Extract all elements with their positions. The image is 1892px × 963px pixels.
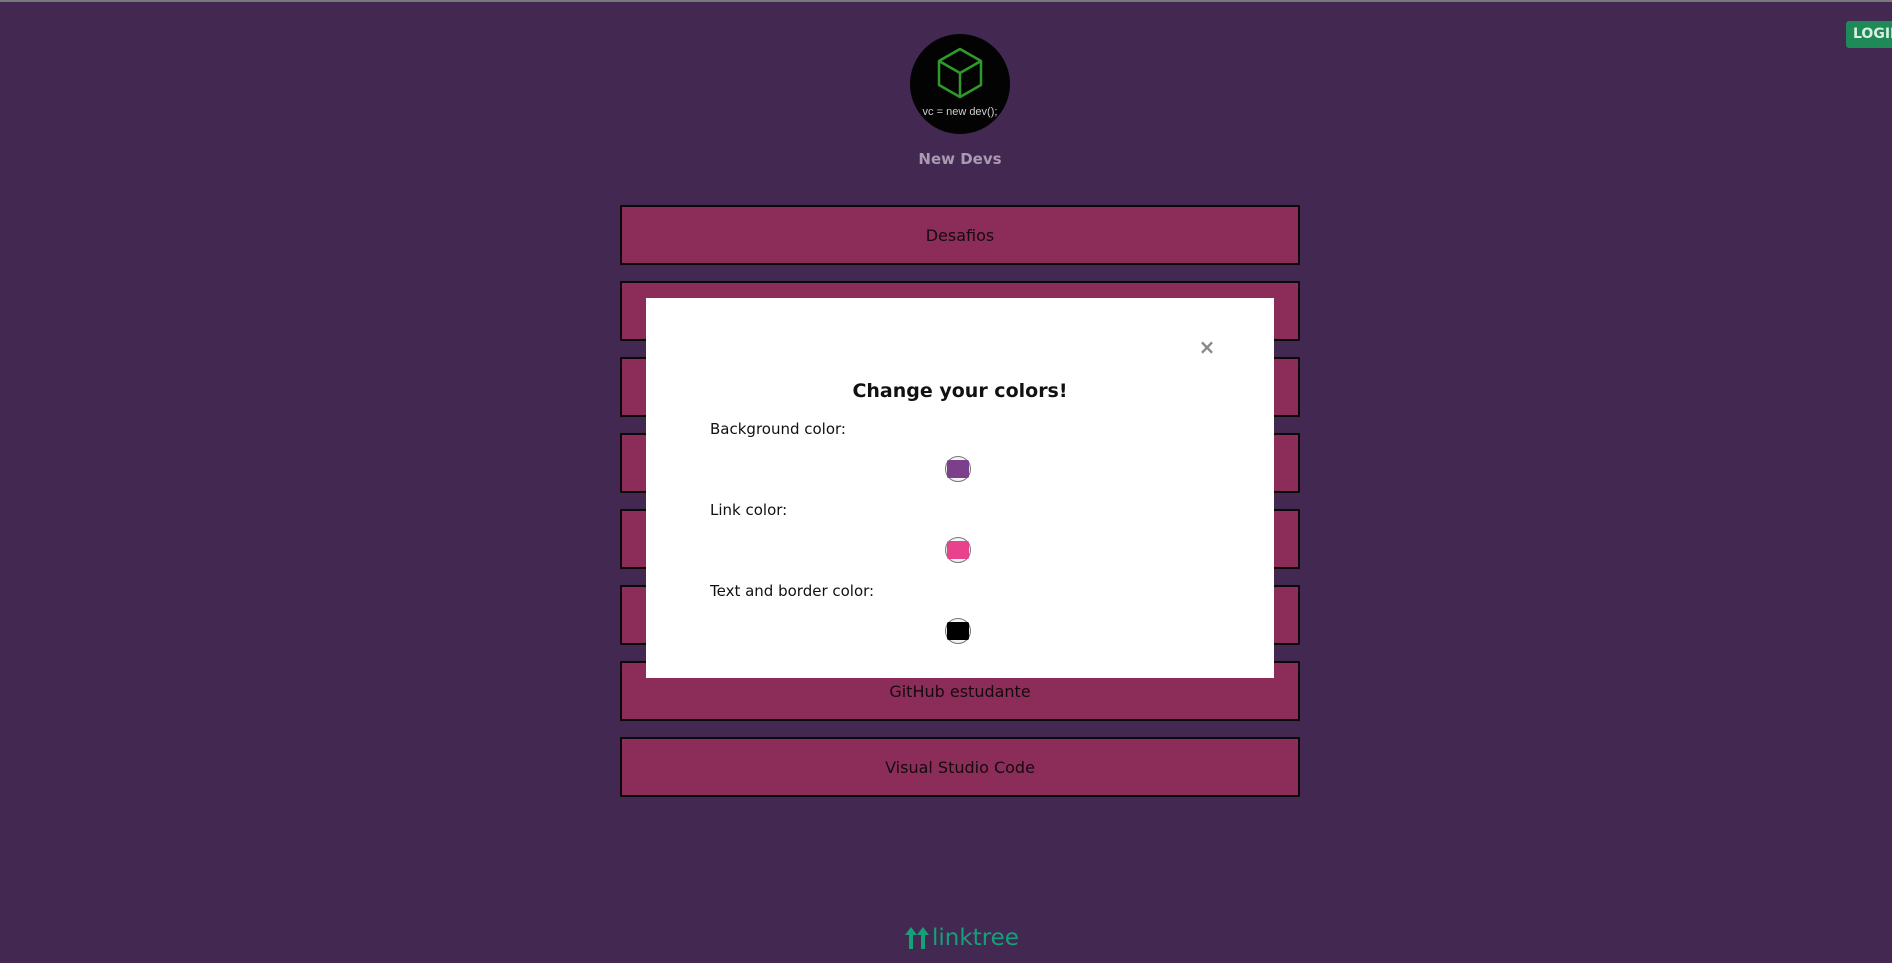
linktree-logo[interactable]: linktree [904, 923, 1019, 953]
login-button[interactable]: LOGIN [1846, 21, 1892, 48]
background-color-picker[interactable] [945, 456, 971, 482]
link-button-visual-studio-code[interactable]: Visual Studio Code [620, 737, 1300, 797]
linktree-brand-text: linktree [932, 925, 1019, 951]
background-color-swatch [947, 460, 969, 478]
link-color-picker[interactable] [945, 537, 971, 563]
color-settings-modal: × Change your colors! Background color: … [646, 298, 1274, 678]
profile-name: New Devs [918, 150, 1002, 168]
link-button-desafios[interactable]: Desafios [620, 205, 1300, 265]
link-color-swatch [947, 541, 969, 559]
modal-title: Change your colors! [852, 380, 1068, 402]
avatar-caption: vc = new dev(); [922, 106, 998, 118]
close-icon[interactable]: × [1194, 334, 1220, 360]
background-color-label: Background color: [710, 420, 846, 438]
text-border-color-picker[interactable] [945, 618, 971, 644]
avatar: vc = new dev(); [910, 34, 1010, 134]
cube-icon [937, 47, 983, 99]
text-border-color-label: Text and border color: [710, 582, 875, 600]
link-color-label: Link color: [710, 501, 788, 519]
text-border-color-swatch [947, 622, 969, 640]
linktree-logo-icon [905, 927, 929, 949]
